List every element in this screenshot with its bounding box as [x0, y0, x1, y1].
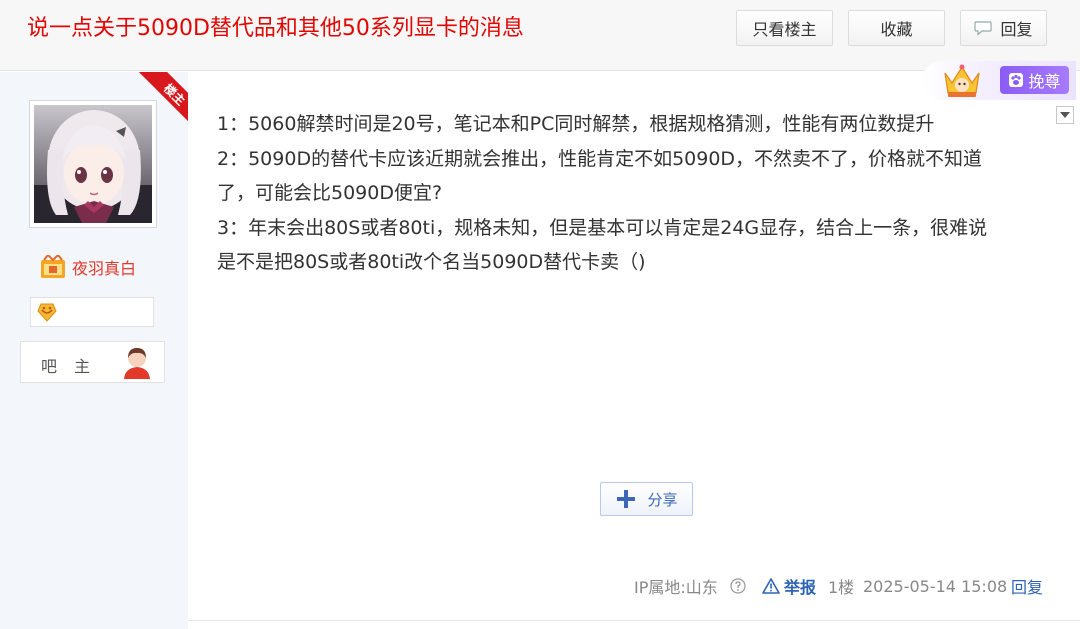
user-badge-icon — [41, 255, 65, 278]
share-label: 分享 — [647, 490, 678, 509]
role-person-icon — [124, 348, 150, 379]
paw-icon — [1009, 73, 1024, 87]
floor-number: 1楼 — [828, 578, 855, 597]
vip-label: 挽尊 — [1028, 72, 1061, 91]
thread-header: 说一点关于5090D替代品和其他50系列显卡的消息 只看楼主 收藏 回复 — [0, 0, 1080, 71]
report-link[interactable]: 举报 — [762, 575, 816, 597]
vip-pill[interactable]: 挽尊 — [1000, 66, 1069, 94]
share-button[interactable]: 分享 — [600, 482, 693, 516]
avatar[interactable] — [29, 100, 157, 228]
username-row[interactable]: 夜羽真白 — [40, 255, 136, 279]
level-badge[interactable] — [30, 297, 154, 327]
report-label: 举报 — [784, 578, 817, 597]
help-icon[interactable] — [730, 578, 746, 594]
post-line: 2：5090D的替代卡应该近期就会推出，性能肯定不如5090D，不然卖不了，价格… — [217, 147, 983, 170]
post-line: 了，可能会比5090D便宜? — [217, 182, 443, 204]
share-plus-icon — [617, 490, 636, 508]
gift-badge[interactable]: 挽尊 — [922, 61, 1076, 100]
only-op-label: 只看楼主 — [752, 20, 817, 39]
role-badge: 吧 主 — [20, 341, 165, 383]
post-content: 1：5060解禁时间是20号，笔记本和PC同时解禁，根据规格猜测，性能有两位数提… — [217, 107, 1047, 280]
only-op-button[interactable]: 只看楼主 — [736, 10, 833, 46]
post-time: 2025-05-14 15:08 — [863, 576, 1008, 596]
post-line: 1：5060解禁时间是20号，笔记本和PC同时解禁，根据规格猜测，性能有两位数提… — [217, 113, 935, 135]
thread-title: 说一点关于5090D替代品和其他50系列显卡的消息 — [27, 16, 524, 41]
crown-icon — [944, 64, 980, 97]
op-ribbon-label: 楼主 — [161, 80, 188, 108]
username[interactable]: 夜羽真白 — [72, 255, 136, 279]
collect-label: 收藏 — [880, 20, 913, 39]
post-line: 是不是把80S或者80ti改个名当5090D替代卡卖（) — [217, 251, 646, 273]
avatar-image — [34, 105, 152, 223]
ip-location: IP属地:山东 — [634, 578, 718, 597]
warning-icon — [762, 578, 780, 594]
reply-top-label: 回复 — [1000, 20, 1033, 39]
collect-button[interactable]: 收藏 — [848, 10, 945, 46]
reply-link[interactable]: 回复 — [1011, 575, 1043, 597]
reply-icon — [974, 20, 993, 36]
role-label: 吧 主 — [41, 357, 97, 376]
divider — [188, 620, 1080, 621]
dropdown-icon — [1060, 112, 1070, 118]
post-menu-dropdown[interactable] — [1056, 106, 1074, 124]
level-icon — [37, 303, 57, 322]
post-line: 3：年末会出80S或者80ti，规格未知，但是基本可以肯定是24G显存，结合上一… — [217, 216, 988, 239]
reply-top-button[interactable]: 回复 — [960, 10, 1047, 46]
